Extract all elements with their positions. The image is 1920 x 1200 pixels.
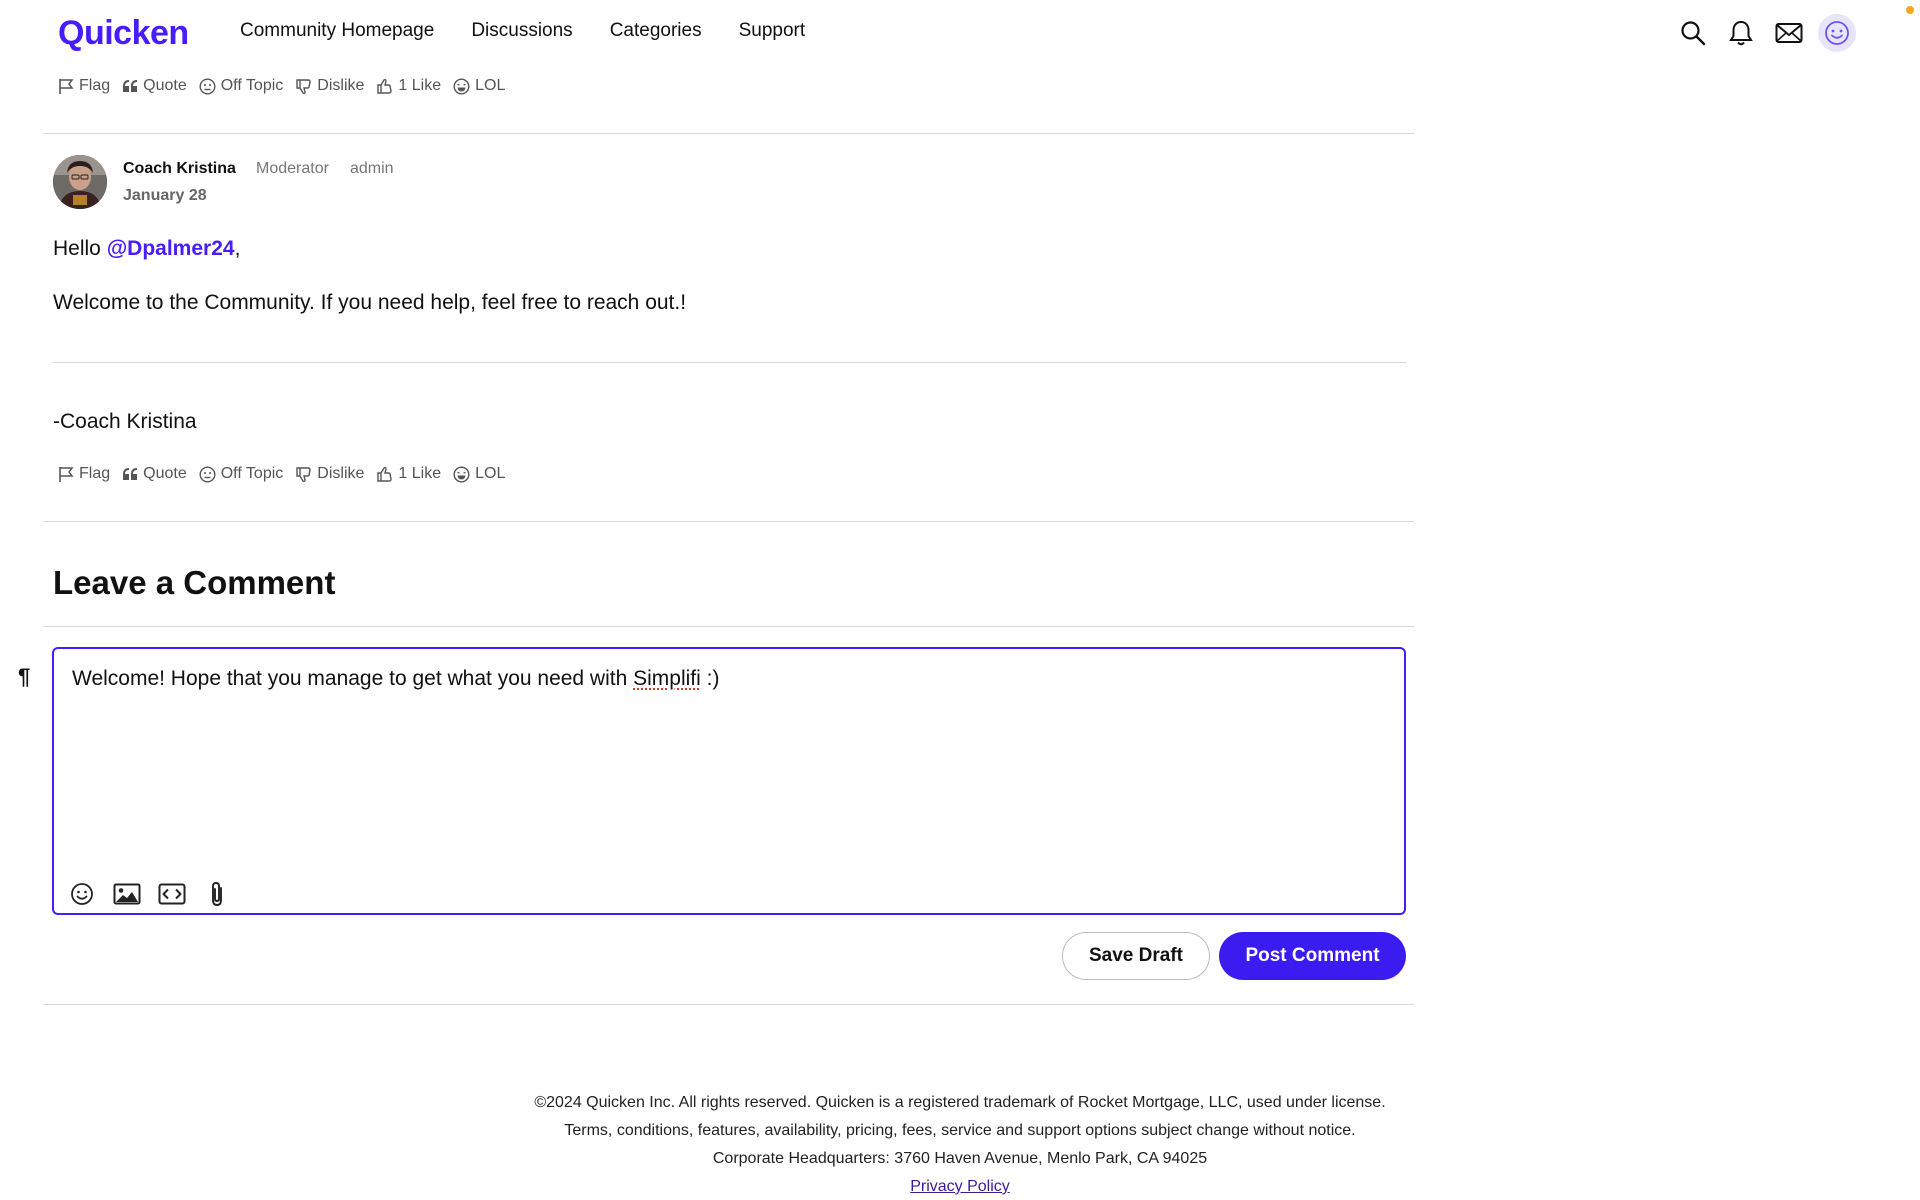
- off-topic-reaction[interactable]: Off Topic: [199, 77, 283, 95]
- nav-community-homepage[interactable]: Community Homepage: [240, 20, 434, 42]
- nav-discussions[interactable]: Discussions: [471, 20, 572, 42]
- thumbs-down-icon: [296, 78, 311, 94]
- off-topic-face-icon: [199, 465, 216, 483]
- author-role: Moderator: [256, 160, 329, 177]
- editor-toolbar: [64, 879, 244, 909]
- author-role-admin: admin: [350, 160, 394, 177]
- user-mention[interactable]: @Dpalmer24: [107, 237, 235, 260]
- lol-reaction[interactable]: LOL: [453, 77, 505, 95]
- header-actions: [1678, 14, 1856, 52]
- misspelled-word[interactable]: Simplifi: [633, 667, 701, 690]
- comment-signature: -Coach Kristina: [53, 410, 197, 433]
- comment-editor[interactable]: Welcome! Hope that you manage to get wha…: [52, 647, 1406, 915]
- reactions-bar-previous: Flag Quote Off Topic Dislike 1 Like LOL: [58, 77, 517, 95]
- nav-support[interactable]: Support: [739, 20, 806, 42]
- comment-date[interactable]: January 28: [123, 187, 207, 205]
- privacy-policy-link[interactable]: Privacy Policy: [910, 1178, 1010, 1195]
- signature-divider: [53, 362, 1406, 363]
- post-comment-button[interactable]: Post Comment: [1219, 932, 1406, 980]
- form-bottom-divider: [43, 1004, 1414, 1005]
- image-icon[interactable]: [109, 879, 145, 909]
- comment-body: Welcome to the Community. If you need he…: [53, 291, 687, 314]
- quicken-logo[interactable]: Quicken: [58, 14, 189, 53]
- reactions-bar-comment: Flag Quote Off Topic Dislike 1 Like LOL: [58, 465, 517, 483]
- quote-icon: [123, 80, 138, 92]
- quote-reaction[interactable]: Quote: [122, 77, 187, 95]
- emoji-icon[interactable]: [64, 879, 100, 909]
- comment-end-divider: [43, 521, 1414, 522]
- flag-icon: [59, 466, 74, 482]
- dislike-reaction[interactable]: Dislike: [295, 77, 364, 95]
- flag-reaction[interactable]: Flag: [58, 77, 110, 95]
- comment-editor-text[interactable]: Welcome! Hope that you manage to get wha…: [72, 667, 719, 691]
- nav-categories[interactable]: Categories: [610, 20, 702, 42]
- quote-icon: [123, 468, 138, 480]
- footer-terms: Terms, conditions, features, availabilit…: [564, 1122, 1356, 1139]
- bell-icon[interactable]: [1726, 18, 1756, 48]
- paragraph-format-icon[interactable]: ¶: [18, 664, 30, 690]
- greeting-text: Hello: [53, 237, 107, 260]
- lol-reaction[interactable]: LOL: [453, 465, 505, 483]
- off-topic-face-icon: [199, 77, 216, 95]
- like-reaction[interactable]: 1 Like: [376, 465, 441, 483]
- user-avatar[interactable]: [1818, 14, 1856, 52]
- comment-divider: [43, 133, 1414, 134]
- thumbs-down-icon: [296, 466, 311, 482]
- laughing-face-icon: [453, 77, 470, 95]
- comment-greeting: Hello @Dpalmer24,: [53, 237, 240, 261]
- top-navigation-bar: Quicken Community Homepage Discussions C…: [0, 0, 1920, 66]
- quote-reaction[interactable]: Quote: [122, 465, 187, 483]
- thumbs-up-icon: [377, 466, 393, 482]
- flag-reaction[interactable]: Flag: [58, 465, 110, 483]
- notification-dot: [1906, 6, 1914, 14]
- footer-address: Corporate Headquarters: 3760 Haven Avenu…: [712, 1150, 1208, 1167]
- comment-author[interactable]: Coach Kristina: [123, 160, 236, 178]
- search-icon[interactable]: [1678, 18, 1708, 48]
- main-nav: Community Homepage Discussions Categorie…: [240, 20, 842, 42]
- mail-icon[interactable]: [1774, 18, 1804, 48]
- save-draft-button[interactable]: Save Draft: [1062, 932, 1210, 980]
- code-embed-icon[interactable]: [154, 879, 190, 909]
- heading-divider: [43, 626, 1414, 627]
- dislike-reaction[interactable]: Dislike: [295, 465, 364, 483]
- like-reaction[interactable]: 1 Like: [376, 77, 441, 95]
- thumbs-up-icon: [377, 78, 393, 94]
- laughing-face-icon: [453, 465, 470, 483]
- footer-copyright: ©2024 Quicken Inc. All rights reserved. …: [534, 1094, 1386, 1111]
- footer-links: Privacy Policy: [0, 1178, 1920, 1196]
- off-topic-reaction[interactable]: Off Topic: [199, 465, 283, 483]
- author-avatar[interactable]: [53, 155, 107, 209]
- greeting-punct: ,: [234, 237, 241, 260]
- flag-icon: [59, 78, 74, 94]
- paperclip-icon[interactable]: [199, 879, 235, 909]
- leave-comment-heading: Leave a Comment: [53, 564, 336, 601]
